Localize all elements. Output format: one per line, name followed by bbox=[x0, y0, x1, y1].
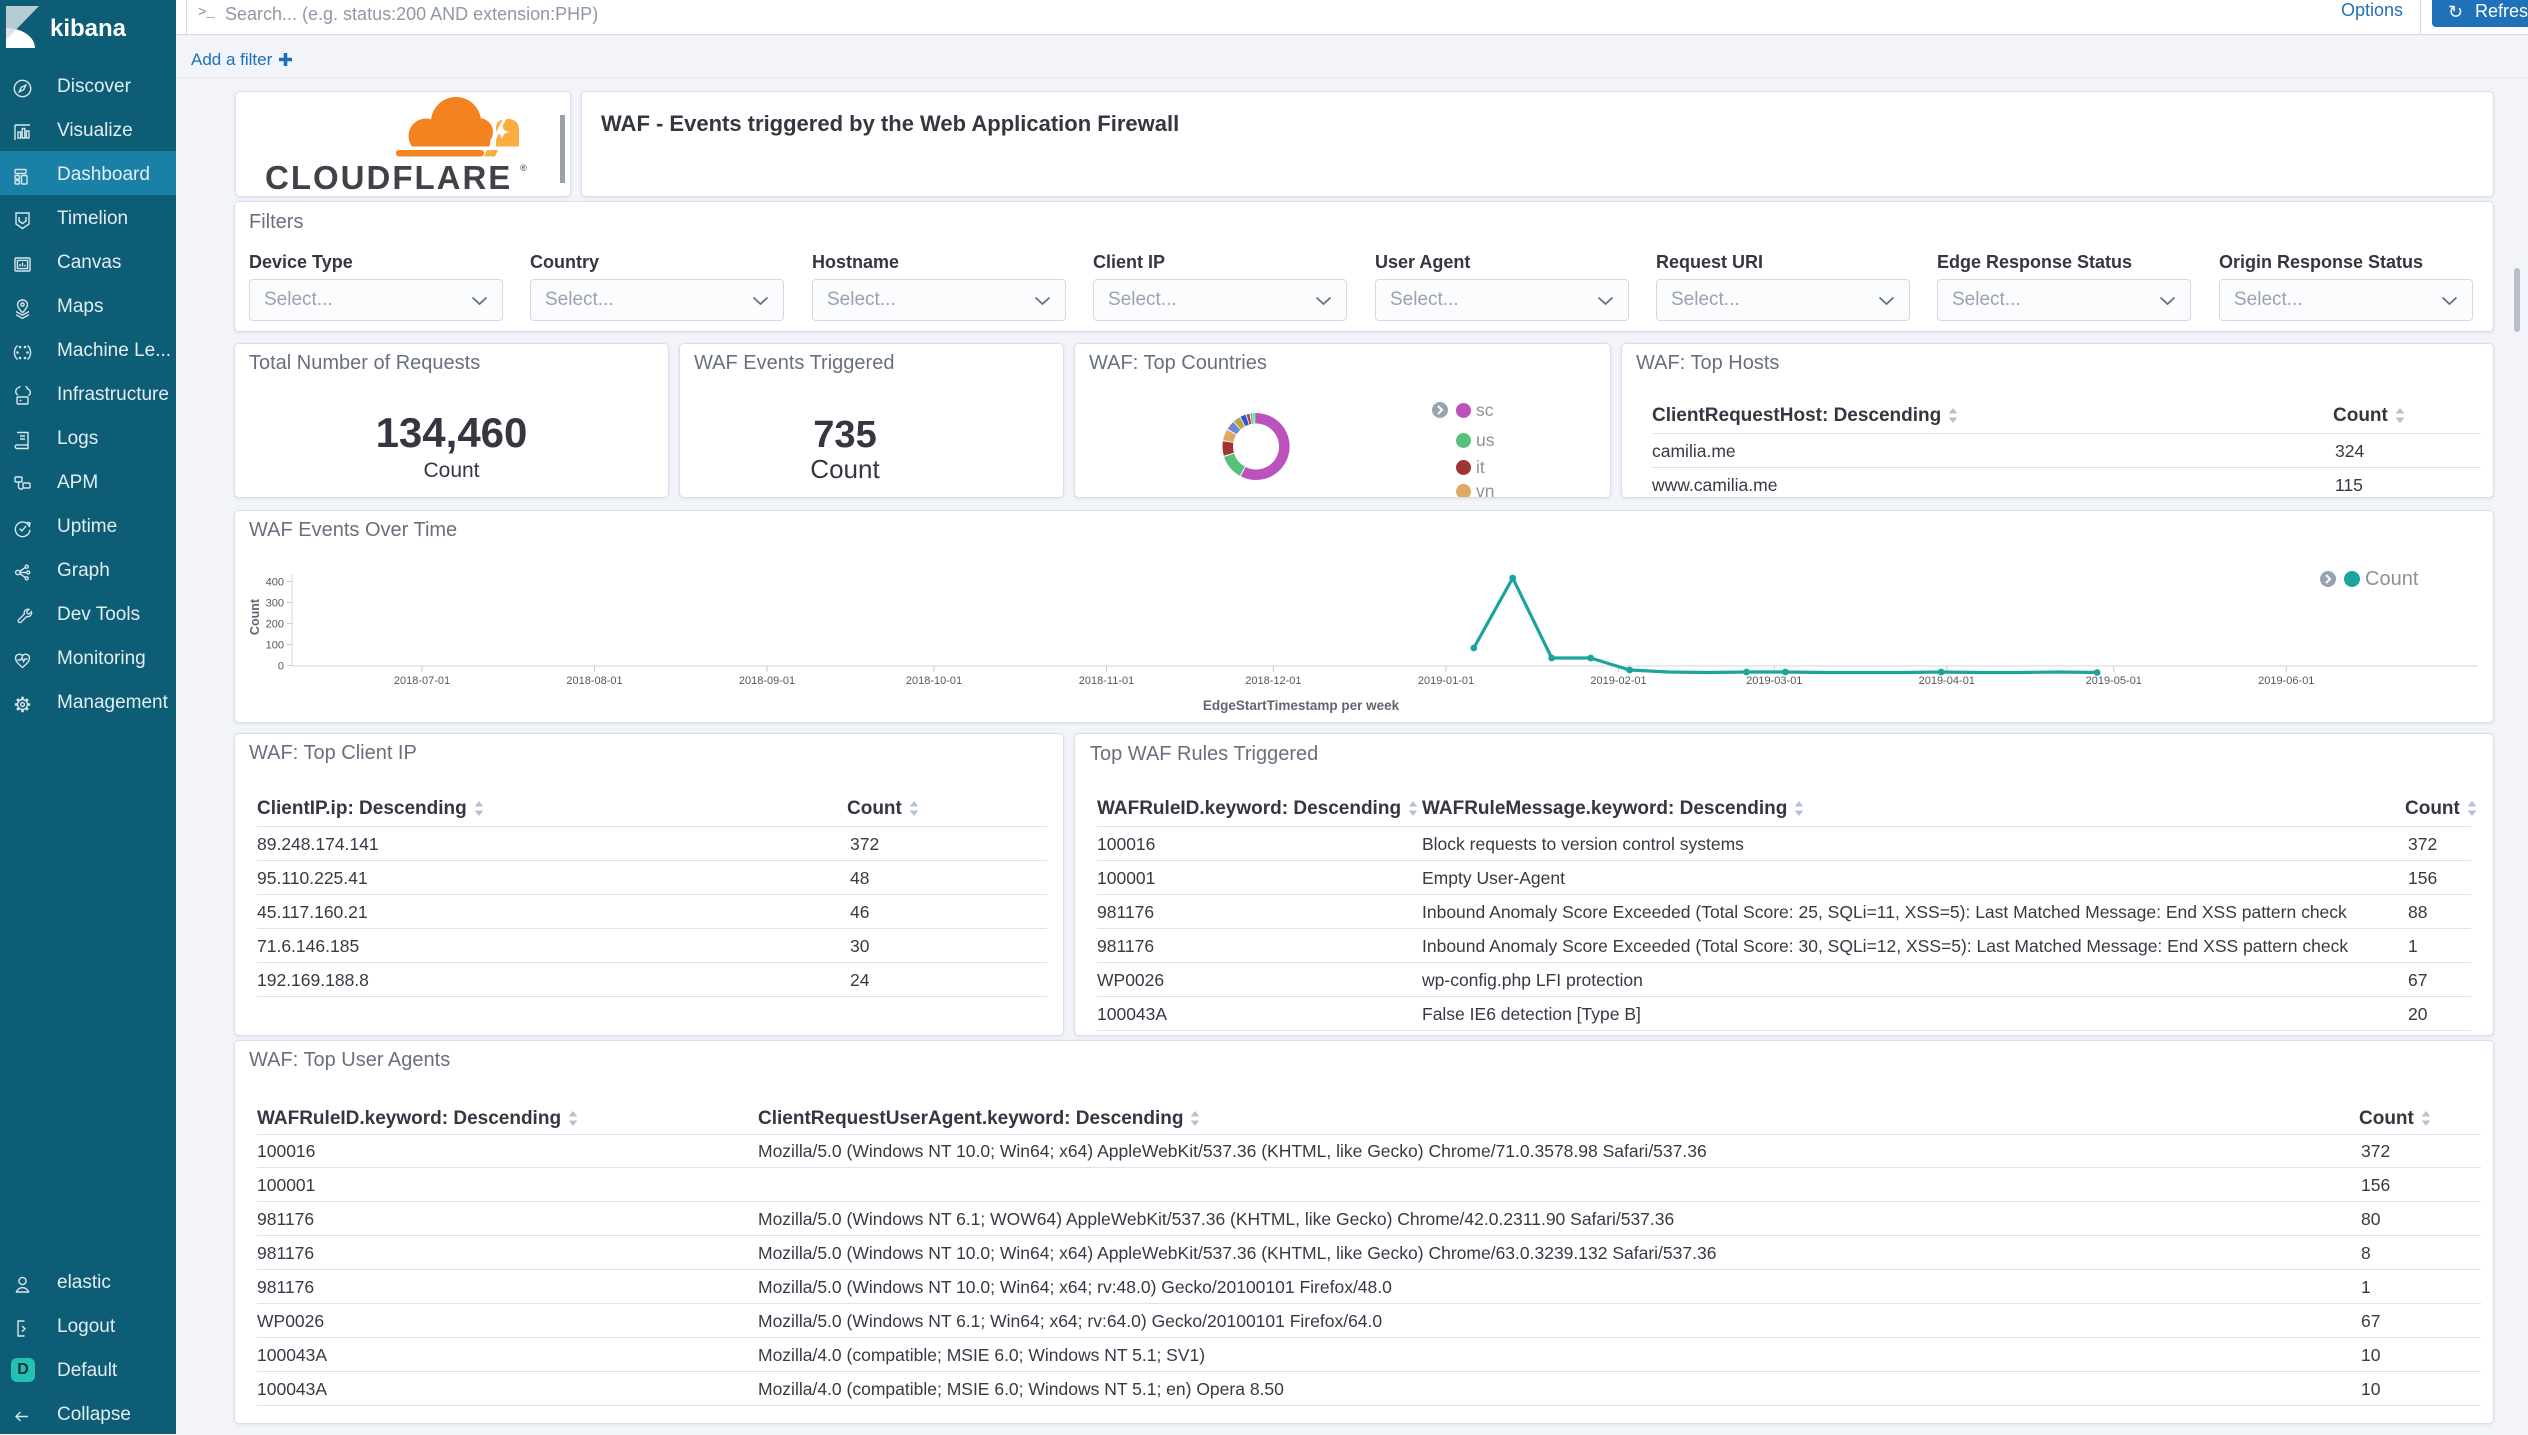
svg-text:2019-03-01: 2019-03-01 bbox=[1746, 675, 1802, 687]
svg-text:Count: Count bbox=[248, 598, 262, 635]
svg-text:2018-08-01: 2018-08-01 bbox=[566, 675, 622, 687]
svg-text:2019-01-01: 2019-01-01 bbox=[1418, 675, 1474, 687]
svg-text:2018-11-01: 2018-11-01 bbox=[1079, 675, 1134, 687]
svg-text:400: 400 bbox=[266, 577, 284, 589]
svg-text:®: ® bbox=[520, 163, 527, 173]
svg-text:2019-04-01: 2019-04-01 bbox=[1919, 675, 1975, 687]
svg-text:0: 0 bbox=[278, 661, 284, 673]
svg-text:2019-05-01: 2019-05-01 bbox=[2086, 675, 2142, 687]
svg-text:300: 300 bbox=[266, 598, 284, 610]
svg-text:200: 200 bbox=[266, 619, 284, 631]
svg-text:EdgeStartTimestamp per week: EdgeStartTimestamp per week bbox=[1203, 698, 1400, 713]
svg-text:100: 100 bbox=[266, 640, 284, 652]
svg-text:2018-10-01: 2018-10-01 bbox=[906, 675, 962, 687]
svg-text:2018-07-01: 2018-07-01 bbox=[394, 675, 450, 687]
svg-text:2019-06-01: 2019-06-01 bbox=[2258, 675, 2314, 687]
svg-text:2019-02-01: 2019-02-01 bbox=[1590, 675, 1646, 687]
svg-text:2018-12-01: 2018-12-01 bbox=[1245, 675, 1301, 687]
svg-text:CLOUDFLARE: CLOUDFLARE bbox=[265, 159, 512, 196]
svg-text:2018-09-01: 2018-09-01 bbox=[739, 675, 795, 687]
